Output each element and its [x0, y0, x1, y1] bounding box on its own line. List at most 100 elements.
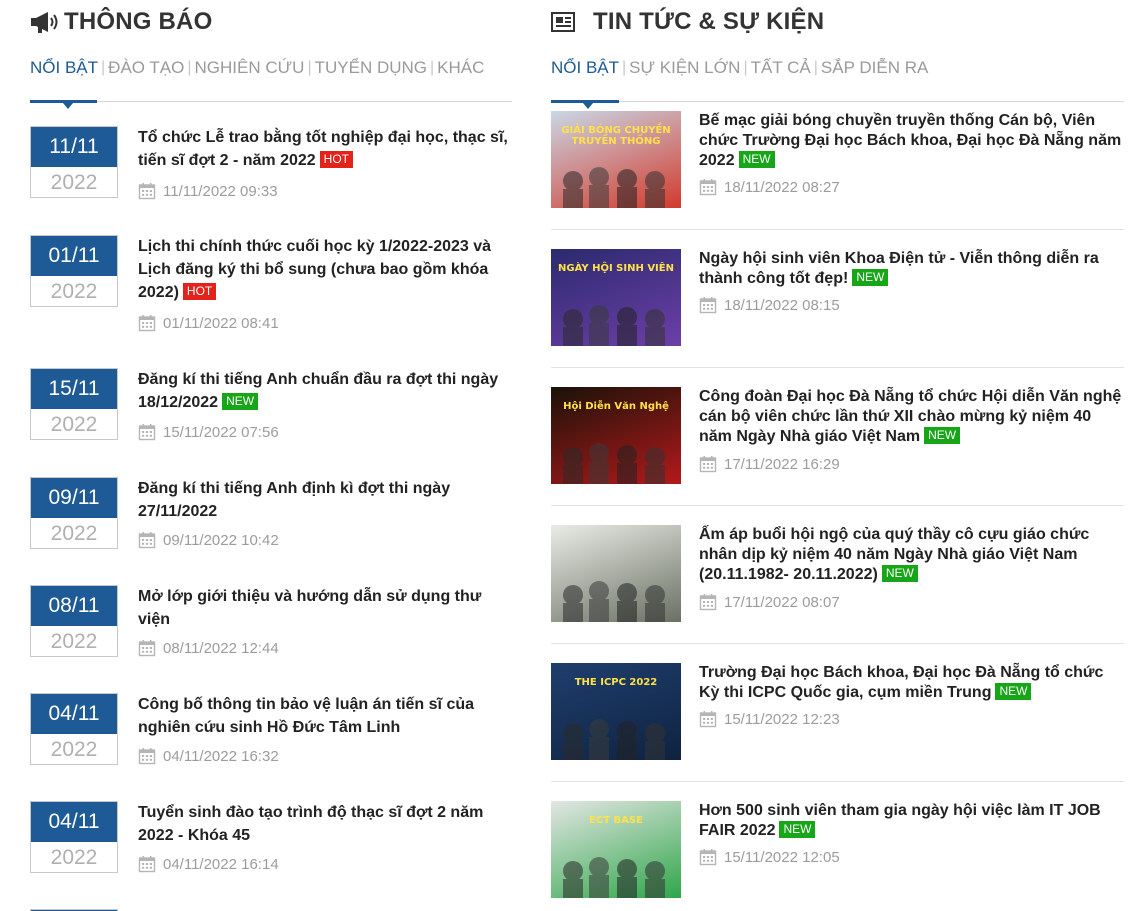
date-year: 2022: [50, 171, 98, 194]
calendar-icon: [699, 593, 717, 611]
news-tabs: NỔI BẬT | SỰ KIỆN LỚN | TẤT CẢ | SẮP DIỄN RA: [551, 44, 1124, 109]
notices-tabs: NỔI BẬT | ĐÀO TẠO | NGHIÊN CỨU | TUYỂN DỤNG | KH…: [30, 44, 512, 109]
new-badge: NEW: [779, 821, 816, 839]
news-tab-2[interactable]: TẤT CẢ: [748, 58, 814, 78]
date-year: 2022: [50, 630, 98, 653]
news-thumbnail[interactable]: NGÀY HỘI SINH VIÊN: [551, 249, 681, 346]
news-datetime: 18/11/2022 08:27: [699, 178, 840, 196]
new-badge: NEW: [995, 683, 1032, 701]
date-box: 01/11 2022: [30, 235, 118, 307]
date-box: 15/11 2022: [30, 368, 118, 440]
notice-datetime: 04/11/2022 16:14: [138, 855, 279, 873]
news-title-link[interactable]: Hơn 500 sinh viên tham gia ngày hội việc…: [699, 801, 1127, 841]
notices-tab-3[interactable]: TUYỂN DỤNG: [312, 58, 430, 78]
date-year: 2022: [50, 738, 98, 761]
datetime-text: 15/11/2022 07:56: [163, 423, 279, 441]
date-box: 04/11 2022: [30, 801, 118, 873]
date-year: 2022: [50, 522, 98, 545]
newspaper-icon: [551, 9, 585, 35]
calendar-icon: [699, 296, 717, 314]
news-thumbnail[interactable]: GIẢI BÓNG CHUYỀN TRUYỀN THỐNG: [551, 111, 681, 208]
new-badge: NEW: [881, 565, 918, 583]
notices-header: THÔNG BÁO: [30, 0, 512, 44]
datetime-text: 15/11/2022 12:23: [724, 710, 840, 728]
calendar-icon: [138, 423, 156, 441]
date-box: 09/11 2022: [30, 477, 118, 549]
date-day-month: 08/11: [31, 586, 117, 626]
calendar-icon: [699, 455, 717, 473]
news-divider: [551, 505, 1124, 506]
calendar-icon: [699, 848, 717, 866]
notice-datetime: 08/11/2022 12:44: [138, 639, 279, 657]
date-day-month: 15/11: [31, 369, 117, 409]
date-box: 04/11 2022: [30, 693, 118, 765]
hot-badge: HOT: [182, 283, 217, 301]
hot-badge: HOT: [319, 151, 353, 169]
news-datetime: 18/11/2022 08:15: [699, 296, 840, 314]
datetime-text: 18/11/2022 08:15: [724, 296, 840, 314]
notice-datetime: 15/11/2022 07:56: [138, 423, 279, 441]
news-title-link[interactable]: Ngày hội sinh viên Khoa Điện tử - Viễn t…: [699, 249, 1127, 289]
notices-title: THÔNG BÁO: [64, 8, 213, 35]
new-badge: NEW: [738, 151, 775, 169]
news-tab-1[interactable]: SỰ KIỆN LỚN: [626, 58, 743, 78]
news-tab-0[interactable]: NỔI BẬT: [551, 58, 622, 78]
news-title-link[interactable]: Công đoàn Đại học Đà Nẵng tổ chức Hội di…: [699, 387, 1127, 447]
calendar-icon: [138, 314, 156, 332]
notice-datetime: 09/11/2022 10:42: [138, 531, 279, 549]
notice-datetime: 01/11/2022 08:41: [138, 314, 279, 332]
news-divider: [551, 781, 1124, 782]
calendar-icon: [138, 747, 156, 765]
date-box: 08/11 2022: [30, 585, 118, 657]
news-datetime: 17/11/2022 16:29: [699, 455, 840, 473]
datetime-text: 04/11/2022 16:32: [163, 747, 279, 765]
thumbnail-caption: Hội Diễn Văn Nghệ: [563, 401, 669, 412]
news-thumbnail[interactable]: [551, 525, 681, 622]
news-thumbnail[interactable]: Hội Diễn Văn Nghệ: [551, 387, 681, 484]
news-datetime: 15/11/2022 12:05: [699, 848, 840, 866]
notice-title-link[interactable]: Công bố thông tin bảo vệ luận án tiến sĩ…: [138, 693, 514, 739]
date-year: 2022: [50, 280, 98, 303]
datetime-text: 18/11/2022 08:27: [724, 178, 840, 196]
notice-title-link[interactable]: Mở lớp giới thiệu và hướng dẫn sử dụng t…: [138, 585, 514, 631]
notice-title-link[interactable]: Lịch thi chính thức cuối học kỳ 1/2022-2…: [138, 235, 514, 304]
news-divider: [551, 229, 1124, 230]
news-thumbnail[interactable]: THE ICPC 2022: [551, 663, 681, 760]
new-badge: NEW: [222, 393, 259, 411]
calendar-icon: [699, 710, 717, 728]
datetime-text: 17/11/2022 08:07: [724, 593, 840, 611]
notice-title-link[interactable]: Tổ chức Lễ trao bằng tốt nghiệp đại học,…: [138, 126, 514, 172]
notices-tab-2[interactable]: NGHIÊN CỨU: [192, 58, 308, 78]
news-title-link[interactable]: Trường Đại học Bách khoa, Đại học Đà Nẵn…: [699, 663, 1127, 703]
notice-datetime: 11/11/2022 09:33: [138, 182, 278, 200]
notices-tab-1[interactable]: ĐÀO TẠO: [105, 58, 187, 78]
notices-section: THÔNG BÁO NỔI BẬT | ĐÀO TẠO | NGHIÊN CỨU | TUY…: [30, 0, 512, 911]
calendar-icon: [699, 178, 717, 196]
notice-title-link[interactable]: Đăng kí thi tiếng Anh định kì đợt thi ng…: [138, 477, 514, 523]
new-badge: NEW: [852, 269, 889, 287]
news-title-link[interactable]: Ấm áp buổi hội ngộ của quý thầy cô cựu g…: [699, 525, 1127, 585]
notices-tab-4[interactable]: KHÁC: [434, 58, 487, 78]
calendar-icon: [138, 639, 156, 657]
datetime-text: 17/11/2022 16:29: [724, 455, 840, 473]
news-datetime: 15/11/2022 12:23: [699, 710, 840, 728]
news-divider: [551, 643, 1124, 644]
news-title-link[interactable]: Bế mạc giải bóng chuyền truyền thống Cán…: [699, 111, 1127, 171]
news-title: TIN TỨC & SỰ KIỆN: [593, 8, 825, 35]
news-thumbnail[interactable]: ECT BASE: [551, 801, 681, 898]
notice-title-link[interactable]: Tuyển sinh đào tạo trình độ thạc sĩ đợt …: [138, 801, 514, 847]
thumbnail-caption: ECT BASE: [589, 815, 643, 826]
news-section: TIN TỨC & SỰ KIỆN NỔI BẬT | SỰ KIỆN LỚN | TẤ…: [551, 0, 1124, 898]
calendar-icon: [138, 182, 156, 200]
datetime-text: 11/11/2022 09:33: [163, 182, 278, 200]
news-header: TIN TỨC & SỰ KIỆN: [551, 0, 1124, 44]
news-tab-3[interactable]: SẮP DIỄN RA: [818, 58, 931, 78]
calendar-icon: [138, 855, 156, 873]
date-year: 2022: [50, 413, 98, 436]
notices-tab-0[interactable]: NỔI BẬT: [30, 58, 101, 78]
date-day-month: 11/11: [31, 127, 117, 167]
date-year: 2022: [50, 846, 98, 869]
date-box: 11/11 2022: [30, 126, 118, 198]
thumbnail-caption: GIẢI BÓNG CHUYỀN TRUYỀN THỐNG: [561, 125, 671, 147]
notice-title-link[interactable]: Đăng kí thi tiếng Anh chuẩn đầu ra đợt t…: [138, 368, 514, 414]
